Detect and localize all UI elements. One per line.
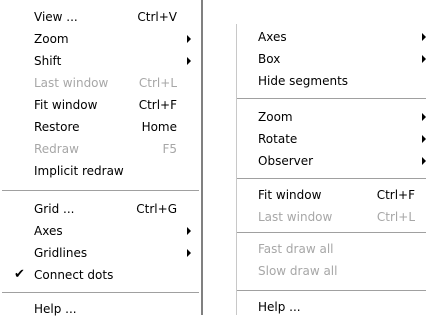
submenu-arrow-icon bbox=[187, 34, 191, 43]
menu-item-label: Zoom bbox=[34, 31, 69, 46]
graph-context-menu: Axes Box Hide segments Zoom Rotate Obser… bbox=[236, 24, 426, 315]
submenu-arrow-icon bbox=[422, 32, 426, 41]
menu-item-label: Zoom bbox=[258, 109, 293, 124]
submenu-arrow-icon bbox=[422, 156, 426, 165]
menu-separator bbox=[237, 290, 426, 292]
menu-item-label: Fit window bbox=[258, 187, 322, 202]
submenu-arrow-icon bbox=[187, 248, 191, 257]
menu-item-redraw[interactable]: Redraw F5 bbox=[0, 138, 201, 159]
menu-item-label: Slow draw all bbox=[258, 263, 338, 278]
menu-item-implicit-redraw[interactable]: Implicit redraw bbox=[0, 160, 201, 181]
menu-item-shift[interactable]: Shift bbox=[0, 50, 201, 71]
menu-item-label: View ... bbox=[34, 9, 78, 24]
view-context-menu: View ... Ctrl+V Zoom Shift Last window C… bbox=[0, 0, 203, 316]
menu-item-connect-dots[interactable]: ✔ Connect dots bbox=[0, 264, 201, 285]
menu-item-shortcut: Ctrl+F bbox=[138, 97, 177, 112]
menu-item-label: Axes bbox=[34, 223, 63, 238]
menu-item-label: Axes bbox=[258, 29, 287, 44]
menu-item-label: Observer bbox=[258, 153, 314, 168]
menu-item-shortcut: Ctrl+F bbox=[376, 187, 415, 202]
menu-item-label: Restore bbox=[34, 119, 80, 134]
menu-item-label: Hide segments bbox=[258, 73, 349, 88]
submenu-arrow-icon bbox=[422, 112, 426, 121]
menu-item-help[interactable]: Help ... bbox=[0, 298, 201, 319]
menu-item-rotate[interactable]: Rotate bbox=[237, 128, 426, 149]
menu-item-fit-window[interactable]: Fit window Ctrl+F bbox=[0, 94, 201, 115]
menu-item-label: Grid ... bbox=[34, 201, 75, 216]
menu-separator bbox=[2, 292, 199, 294]
menu-item-fit-window[interactable]: Fit window Ctrl+F bbox=[237, 184, 426, 205]
submenu-arrow-icon bbox=[187, 226, 191, 235]
menu-item-label: Help ... bbox=[34, 301, 77, 316]
menu-item-shortcut: F5 bbox=[162, 141, 177, 156]
menu-item-gridlines[interactable]: Gridlines bbox=[0, 242, 201, 263]
menu-item-label: Fit window bbox=[34, 97, 98, 112]
menu-item-grid[interactable]: Grid ... Ctrl+G bbox=[0, 198, 201, 219]
menu-item-label: Connect dots bbox=[34, 267, 114, 282]
submenu-arrow-icon bbox=[422, 54, 426, 63]
menu-item-shortcut: Home bbox=[141, 119, 177, 134]
menu-item-hide-segments[interactable]: Hide segments bbox=[237, 70, 426, 91]
submenu-arrow-icon bbox=[422, 134, 426, 143]
menu-item-fast-draw-all[interactable]: Fast draw all bbox=[237, 238, 426, 259]
menu-item-axes[interactable]: Axes bbox=[0, 220, 201, 241]
menu-item-zoom[interactable]: Zoom bbox=[0, 28, 201, 49]
menu-item-label: Implicit redraw bbox=[34, 163, 124, 178]
submenu-arrow-icon bbox=[187, 56, 191, 65]
menu-item-axes[interactable]: Axes bbox=[237, 26, 426, 47]
menu-item-shortcut: Ctrl+L bbox=[376, 209, 415, 224]
menu-item-label: Last window bbox=[258, 209, 333, 224]
menu-separator bbox=[2, 190, 199, 192]
menu-item-restore[interactable]: Restore Home bbox=[0, 116, 201, 137]
checkmark-icon: ✔ bbox=[14, 267, 25, 282]
menu-item-label: Redraw bbox=[34, 141, 79, 156]
menu-item-last-window[interactable]: Last window Ctrl+L bbox=[237, 206, 426, 227]
menu-item-slow-draw-all[interactable]: Slow draw all bbox=[237, 260, 426, 281]
menu-item-label: Help ... bbox=[258, 299, 301, 314]
menu-item-view[interactable]: View ... Ctrl+V bbox=[0, 6, 201, 27]
menu-item-label: Box bbox=[258, 51, 281, 66]
menu-item-last-window[interactable]: Last window Ctrl+L bbox=[0, 72, 201, 93]
menu-separator bbox=[237, 178, 426, 180]
menu-item-label: Rotate bbox=[258, 131, 298, 146]
menu-item-label: Fast draw all bbox=[258, 241, 334, 256]
menu-separator bbox=[237, 98, 426, 100]
menu-item-shortcut: Ctrl+G bbox=[136, 201, 177, 216]
menu-item-box[interactable]: Box bbox=[237, 48, 426, 69]
menu-item-label: Shift bbox=[34, 53, 62, 68]
menu-item-observer[interactable]: Observer bbox=[237, 150, 426, 171]
menu-item-zoom[interactable]: Zoom bbox=[237, 106, 426, 127]
menu-item-shortcut: Ctrl+L bbox=[138, 75, 177, 90]
menu-item-label: Last window bbox=[34, 75, 109, 90]
menu-separator bbox=[237, 232, 426, 234]
menu-item-shortcut: Ctrl+V bbox=[137, 9, 177, 24]
menu-item-label: Gridlines bbox=[34, 245, 88, 260]
menu-item-help[interactable]: Help ... bbox=[237, 296, 426, 317]
